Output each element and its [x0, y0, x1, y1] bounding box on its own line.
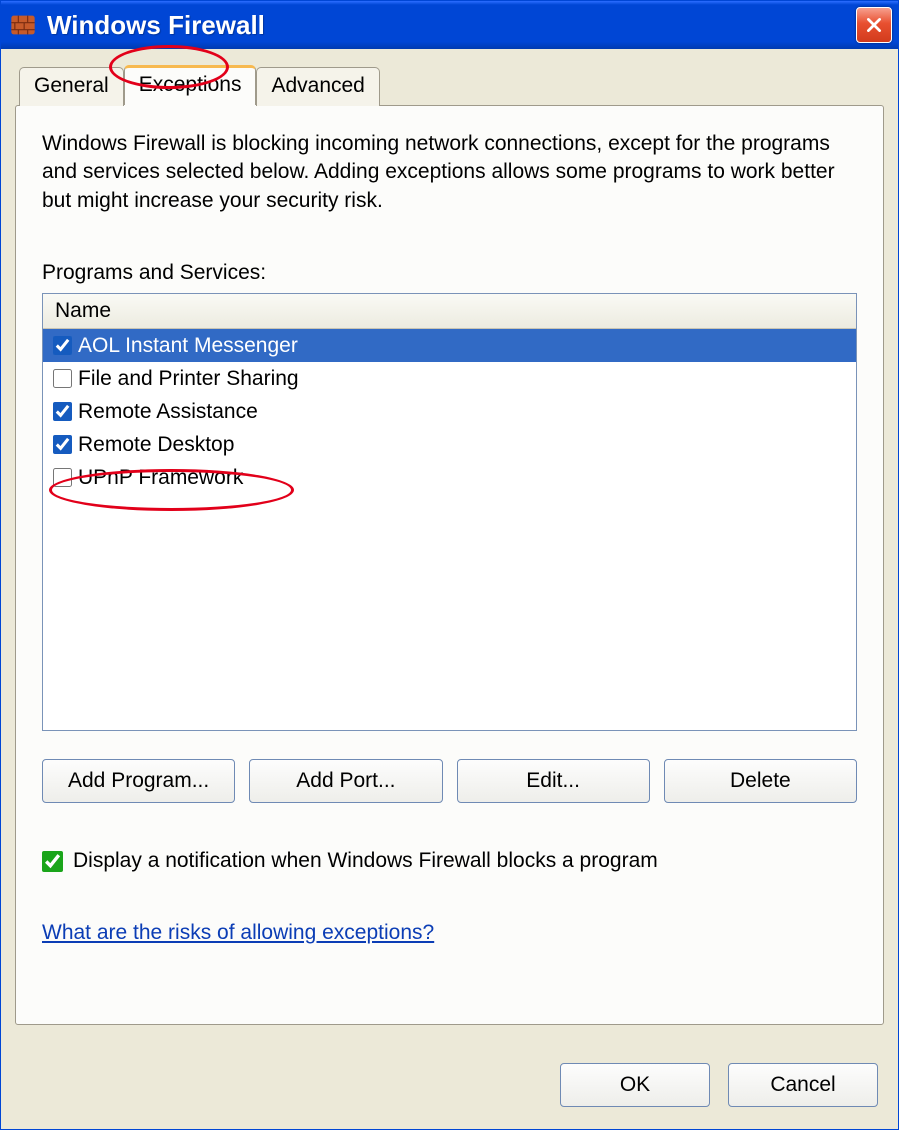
titlebar: Windows Firewall: [1, 1, 898, 49]
notify-checkbox[interactable]: [42, 851, 63, 872]
list-item-checkbox[interactable]: [53, 435, 72, 454]
programs-services-list[interactable]: Name AOL Instant Messenger File and Prin…: [42, 293, 857, 731]
delete-button[interactable]: Delete: [664, 759, 857, 803]
list-item[interactable]: AOL Instant Messenger: [43, 329, 856, 362]
list-item-checkbox[interactable]: [53, 336, 72, 355]
notify-row[interactable]: Display a notification when Windows Fire…: [42, 849, 857, 873]
list-item-label: Remote Desktop: [78, 433, 234, 457]
add-program-button[interactable]: Add Program...: [42, 759, 235, 803]
list-item[interactable]: UPnP Framework: [43, 461, 856, 494]
list-item-label: UPnP Framework: [78, 466, 243, 490]
tab-general[interactable]: General: [19, 67, 124, 106]
title-text: Windows Firewall: [47, 10, 856, 41]
list-item-label: File and Printer Sharing: [78, 367, 299, 391]
firewall-icon: [9, 11, 37, 39]
notify-label: Display a notification when Windows Fire…: [73, 849, 658, 873]
list-item-label: AOL Instant Messenger: [78, 334, 298, 358]
add-port-button[interactable]: Add Port...: [249, 759, 442, 803]
cancel-button[interactable]: Cancel: [728, 1063, 878, 1107]
list-item[interactable]: Remote Assistance: [43, 395, 856, 428]
tab-advanced[interactable]: Advanced: [256, 67, 379, 106]
list-buttons-row: Add Program... Add Port... Edit... Delet…: [42, 759, 857, 803]
dialog-client: General Exceptions Advanced Windows Fire…: [1, 49, 898, 1043]
edit-button[interactable]: Edit...: [457, 759, 650, 803]
list-item-checkbox[interactable]: [53, 369, 72, 388]
tab-exceptions[interactable]: Exceptions: [124, 65, 257, 105]
list-item-checkbox[interactable]: [53, 468, 72, 487]
close-button[interactable]: [856, 7, 892, 43]
firewall-dialog: Windows Firewall General Exceptions Adva…: [0, 0, 899, 1130]
close-icon: [865, 16, 883, 34]
list-item-checkbox[interactable]: [53, 402, 72, 421]
tab-panel-exceptions: Windows Firewall is blocking incoming ne…: [15, 105, 884, 1025]
programs-services-label: Programs and Services:: [42, 261, 857, 285]
ok-button[interactable]: OK: [560, 1063, 710, 1107]
list-item-label: Remote Assistance: [78, 400, 258, 424]
list-column-name[interactable]: Name: [43, 294, 856, 329]
tabstrip: General Exceptions Advanced: [19, 65, 884, 105]
risks-link[interactable]: What are the risks of allowing exception…: [42, 921, 434, 945]
dialog-button-bar: OK Cancel: [1, 1043, 898, 1129]
panel-description: Windows Firewall is blocking incoming ne…: [42, 130, 857, 215]
list-item[interactable]: File and Printer Sharing: [43, 362, 856, 395]
list-item[interactable]: Remote Desktop: [43, 428, 856, 461]
